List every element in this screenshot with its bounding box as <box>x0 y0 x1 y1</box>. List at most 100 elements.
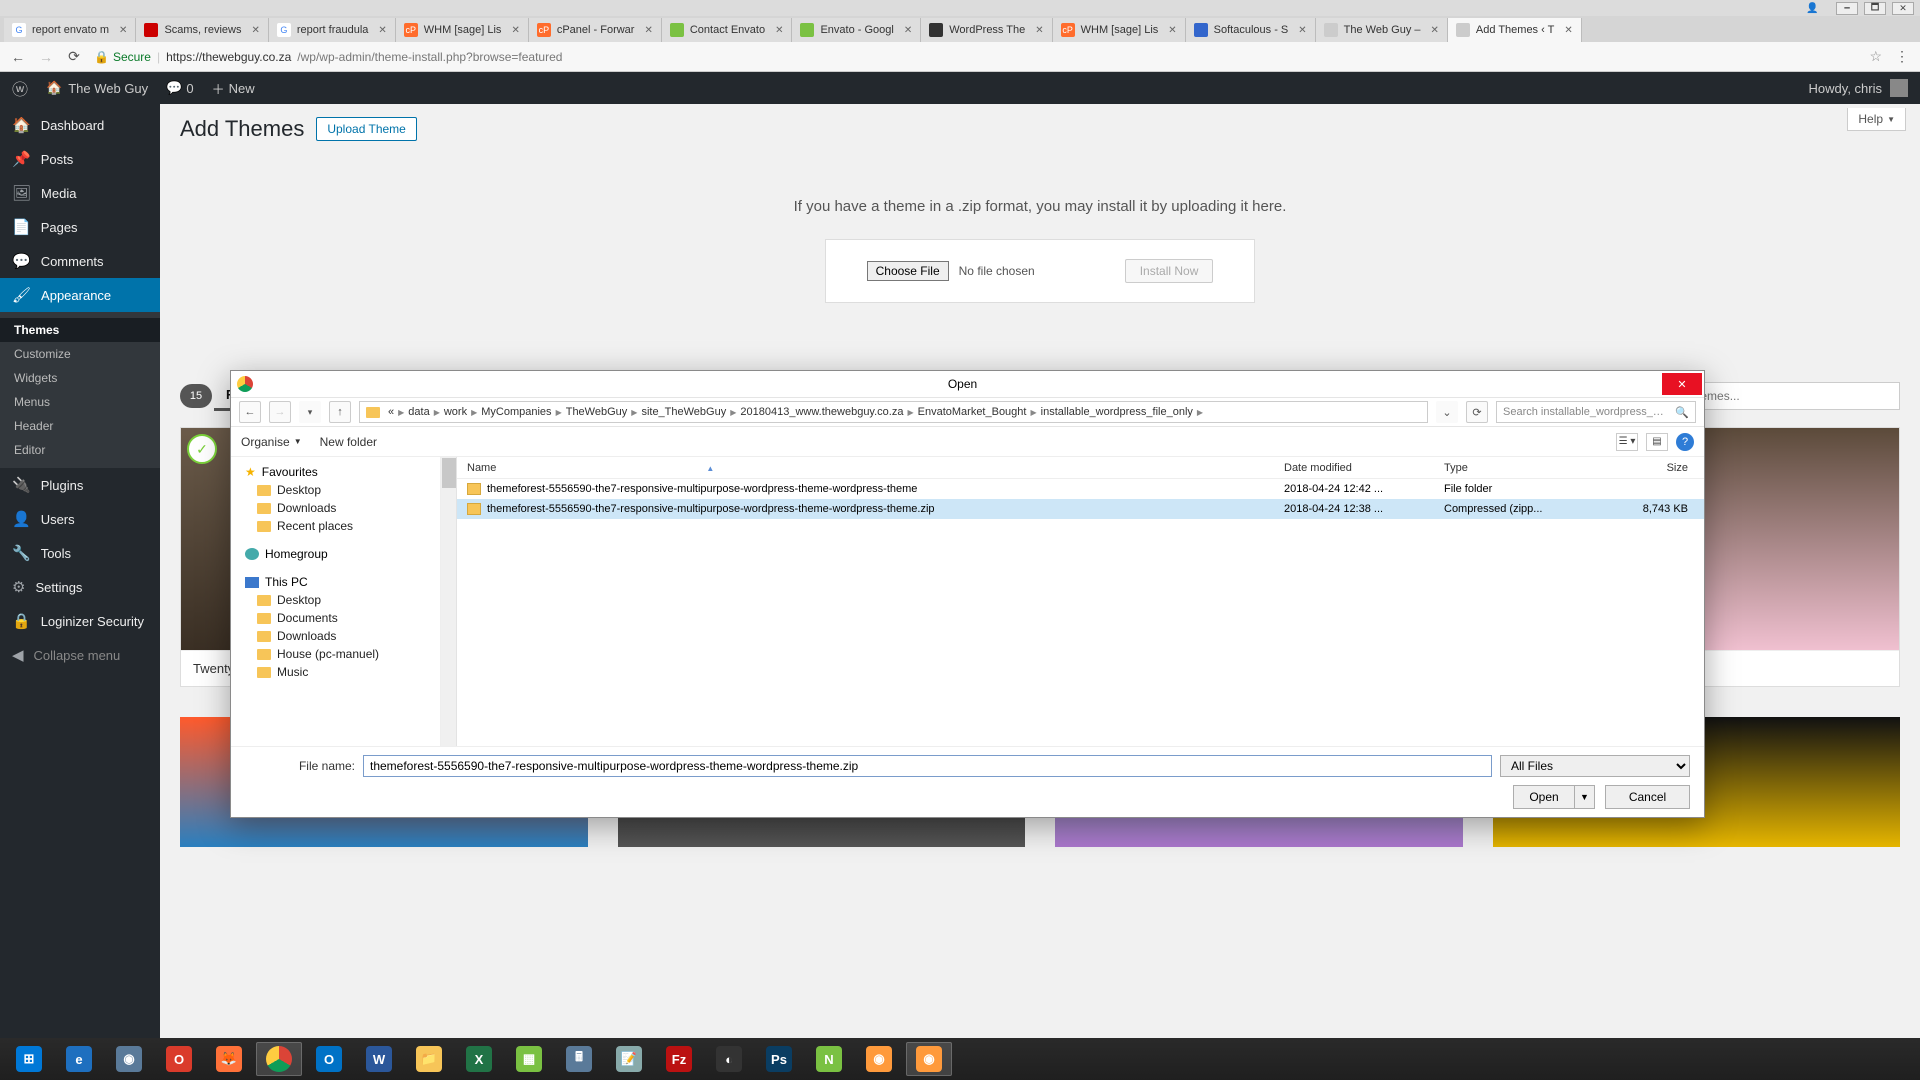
taskbar-app[interactable]: ▦ <box>506 1042 552 1076</box>
fav-group[interactable]: ★Favourites <box>239 463 432 481</box>
crumb[interactable]: MyCompanies <box>481 406 551 418</box>
comments-link[interactable]: 💬0 <box>166 80 193 96</box>
browser-tab[interactable]: cPWHM [sage] Lis✕ <box>1053 18 1186 42</box>
sidebar-item-media[interactable]: 🖼Media <box>0 176 160 210</box>
col-type[interactable]: Type <box>1444 462 1604 474</box>
taskbar-app[interactable]: N <box>806 1042 852 1076</box>
col-date[interactable]: Date modified <box>1284 462 1444 474</box>
browser-tab[interactable]: Add Themes ‹ T✕ <box>1448 18 1582 42</box>
crumb[interactable]: data <box>408 406 429 418</box>
bookmark-star-icon[interactable]: ☆ <box>1869 48 1882 65</box>
crumb[interactable]: site_TheWebGuy <box>641 406 726 418</box>
install-now-button[interactable]: Install Now <box>1125 259 1214 283</box>
sidebar-subitem-menus[interactable]: Menus <box>0 390 160 414</box>
crumb-dropdown-icon[interactable]: ⌄ <box>1436 401 1458 423</box>
new-folder-button[interactable]: New folder <box>320 435 377 449</box>
sidebar-location[interactable]: Desktop <box>239 591 432 609</box>
sidebar-location[interactable]: Desktop <box>239 481 432 499</box>
sidebar-location[interactable]: House (pc-manuel) <box>239 645 432 663</box>
sidebar-item-appearance[interactable]: 🖌Appearance <box>0 278 160 312</box>
browser-tab[interactable]: cPcPanel - Forwar✕ <box>529 18 662 42</box>
back-icon[interactable]: ← <box>10 49 26 65</box>
avatar[interactable] <box>1890 79 1908 97</box>
preview-pane-button[interactable]: ▤ <box>1646 433 1668 451</box>
taskbar-app[interactable]: 🖩 <box>556 1042 602 1076</box>
reload-icon[interactable]: ⟳ <box>66 49 82 65</box>
window-button[interactable]: ✕ <box>1892 2 1914 15</box>
sidebar-item-pages[interactable]: 📄Pages <box>0 210 160 244</box>
taskbar-app[interactable]: 📝 <box>606 1042 652 1076</box>
close-tab-icon[interactable]: ✕ <box>115 25 127 36</box>
sidebar-item-posts[interactable]: 📌Posts <box>0 142 160 176</box>
cancel-button[interactable]: Cancel <box>1605 785 1690 809</box>
left-scrollbar[interactable] <box>441 457 457 746</box>
sidebar-location[interactable]: Downloads <box>239 499 432 517</box>
close-tab-icon[interactable]: ✕ <box>900 25 912 36</box>
howdy-label[interactable]: Howdy, chris <box>1809 81 1882 96</box>
browser-tab[interactable]: Scams, reviews✕ <box>136 18 268 42</box>
wp-logo-icon[interactable]: ⓦ <box>12 76 28 100</box>
open-dropdown-button[interactable]: ▼ <box>1575 785 1595 809</box>
sidebar-item-loginizer-security[interactable]: 🔒Loginizer Security <box>0 604 160 638</box>
col-name[interactable]: Name <box>467 462 496 474</box>
crumb[interactable]: TheWebGuy <box>566 406 628 418</box>
file-row[interactable]: themeforest-5556590-the7-responsive-mult… <box>441 499 1704 519</box>
organise-menu[interactable]: Organise▼ <box>241 435 302 449</box>
crumb-refresh-button[interactable]: ⟳ <box>1466 401 1488 423</box>
browser-tab[interactable]: Envato - Googl✕ <box>792 18 921 42</box>
dialog-up-button[interactable]: ↑ <box>329 401 351 423</box>
close-tab-icon[interactable]: ✕ <box>1294 25 1306 36</box>
taskbar-app[interactable]: 📁 <box>406 1042 452 1076</box>
new-content-link[interactable]: ＋New <box>212 79 255 98</box>
taskbar-app[interactable]: 🦊 <box>206 1042 252 1076</box>
close-tab-icon[interactable]: ✕ <box>771 25 783 36</box>
close-tab-icon[interactable]: ✕ <box>1164 25 1176 36</box>
close-tab-icon[interactable]: ✕ <box>1427 25 1439 36</box>
dialog-help-button[interactable]: ? <box>1676 433 1694 451</box>
sidebar-item-dashboard[interactable]: 🏠Dashboard <box>0 108 160 142</box>
filetype-select[interactable]: All Files <box>1500 755 1690 777</box>
browser-tab[interactable]: Softaculous - S✕ <box>1186 18 1316 42</box>
close-tab-icon[interactable]: ✕ <box>1031 25 1043 36</box>
breadcrumb[interactable]: « ▶data▶work▶MyCompanies▶TheWebGuy▶site_… <box>359 401 1428 423</box>
sidebar-subitem-header[interactable]: Header <box>0 414 160 438</box>
sidebar-subitem-widgets[interactable]: Widgets <box>0 366 160 390</box>
sidebar-subitem-customize[interactable]: Customize <box>0 342 160 366</box>
close-tab-icon[interactable]: ✕ <box>640 25 652 36</box>
col-size[interactable]: Size <box>1604 462 1704 474</box>
taskbar-app[interactable]: ⊞ <box>6 1042 52 1076</box>
sidebar-subitem-editor[interactable]: Editor <box>0 438 160 462</box>
sidebar-item-collapse-menu[interactable]: ◀Collapse menu <box>0 638 160 672</box>
file-list-header[interactable]: Name▲ Date modified Type Size <box>441 457 1704 479</box>
file-row[interactable]: themeforest-5556590-the7-responsive-mult… <box>441 479 1704 499</box>
sidebar-item-users[interactable]: 👤Users <box>0 502 160 536</box>
forward-icon[interactable]: → <box>38 49 54 65</box>
sidebar-item-comments[interactable]: 💬Comments <box>0 244 160 278</box>
upload-theme-button[interactable]: Upload Theme <box>316 117 417 141</box>
close-tab-icon[interactable]: ✕ <box>507 25 519 36</box>
dialog-back-button[interactable]: ← <box>239 401 261 423</box>
help-tab[interactable]: Help▼ <box>1847 108 1906 131</box>
browser-menu-icon[interactable]: ⋮ <box>1894 49 1910 65</box>
taskbar-app[interactable]: ◉ <box>106 1042 152 1076</box>
open-button[interactable]: Open ▼ <box>1513 785 1595 809</box>
sidebar-item-plugins[interactable]: 🔌Plugins <box>0 468 160 502</box>
taskbar-app[interactable] <box>256 1042 302 1076</box>
close-tab-icon[interactable]: ✕ <box>247 25 259 36</box>
window-button[interactable]: 🗖 <box>1864 2 1886 15</box>
crumb[interactable]: installable_wordpress_file_only <box>1041 406 1193 418</box>
recent-locations-button[interactable]: ▾ <box>299 401 321 423</box>
sidebar-subitem-themes[interactable]: Themes <box>0 318 160 342</box>
choose-file-button[interactable]: Choose File <box>867 261 949 281</box>
taskbar-app[interactable]: W <box>356 1042 402 1076</box>
taskbar-app[interactable]: e <box>56 1042 102 1076</box>
taskbar-app[interactable]: Fz <box>656 1042 702 1076</box>
sidebar-item-tools[interactable]: 🔧Tools <box>0 536 160 570</box>
browser-tab[interactable]: cPWHM [sage] Lis✕ <box>396 18 529 42</box>
browser-tab[interactable]: WordPress The✕ <box>921 18 1052 42</box>
crumb[interactable]: EnvatoMarket_Bought <box>918 406 1027 418</box>
taskbar-app[interactable]: ◐ <box>706 1042 752 1076</box>
browser-tab[interactable]: Contact Envato✕ <box>662 18 793 42</box>
filename-input[interactable] <box>363 755 1492 777</box>
close-tab-icon[interactable]: ✕ <box>1560 25 1572 36</box>
